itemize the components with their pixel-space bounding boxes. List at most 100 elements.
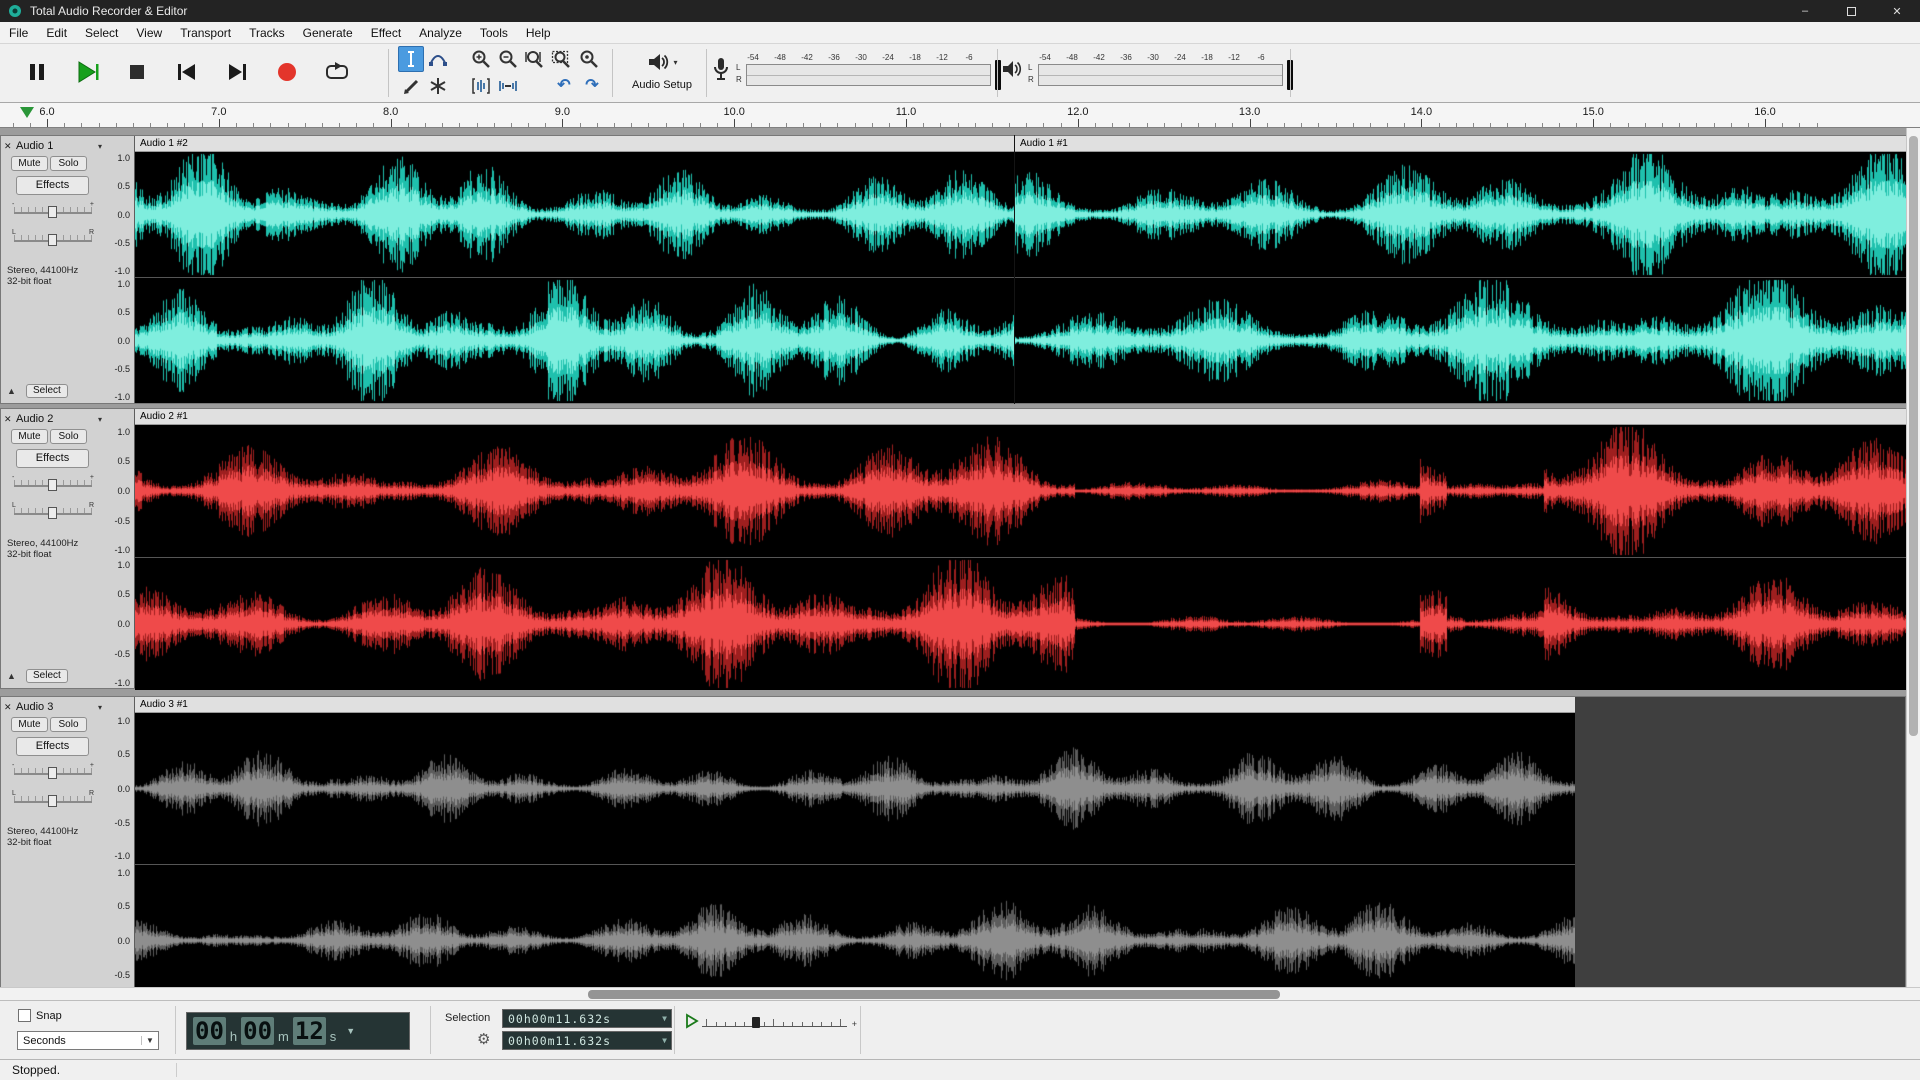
draw-tool-button[interactable] xyxy=(398,73,424,99)
waveform-canvas[interactable] xyxy=(1015,152,1907,277)
solo-button[interactable]: Solo xyxy=(50,429,87,444)
fit-project-button[interactable] xyxy=(549,46,575,72)
waveform-canvas[interactable] xyxy=(135,713,1575,864)
solo-button[interactable]: Solo xyxy=(50,156,87,171)
gain-slider[interactable]: - + xyxy=(12,203,94,219)
vertical-scale-ruler[interactable]: 1.00.50.0-0.5-1.0 1.00.50.0-0.5-1.0 xyxy=(105,697,135,987)
gain-slider[interactable]: - + xyxy=(12,476,94,492)
close-button[interactable]: ✕ xyxy=(1874,0,1920,22)
pause-button[interactable] xyxy=(14,49,60,95)
select-button[interactable]: Select xyxy=(26,669,68,683)
skip-to-start-button[interactable] xyxy=(164,49,210,95)
pan-slider-thumb[interactable] xyxy=(48,507,57,519)
mute-button[interactable]: Mute xyxy=(11,717,48,732)
recording-meter[interactable]: LR -54-48-42-36-30-24-18-12-6 xyxy=(736,53,1001,95)
record-button[interactable] xyxy=(264,49,310,95)
waveform-canvas[interactable] xyxy=(135,152,1015,277)
menu-help[interactable]: Help xyxy=(517,23,560,43)
clip-title[interactable]: Audio 2 #1 xyxy=(135,409,1907,425)
track-name[interactable]: Audio 1 xyxy=(16,140,98,152)
gain-slider-thumb[interactable] xyxy=(48,206,57,218)
stop-button[interactable] xyxy=(114,49,160,95)
track-name[interactable]: Audio 2 xyxy=(16,413,98,425)
play-at-speed-button[interactable] xyxy=(684,1013,700,1032)
horizontal-scrollbar[interactable] xyxy=(0,987,1920,1000)
play-button[interactable] xyxy=(64,49,110,95)
track-menu-arrow-icon[interactable]: ▾ xyxy=(98,703,102,712)
track-waveform-area[interactable]: Audio 1 #2 Audio 1 #1 xyxy=(135,136,1905,403)
menu-select[interactable]: Select xyxy=(76,23,127,43)
menu-tools[interactable]: Tools xyxy=(471,23,517,43)
loop-button[interactable] xyxy=(314,49,360,95)
speed-slider-thumb[interactable] xyxy=(752,1017,760,1028)
close-track-button[interactable]: ✕ xyxy=(4,141,16,152)
audio-position-display[interactable]: 00h 00m 12s ▼ xyxy=(186,1012,410,1050)
selection-start-field[interactable]: 00h00m11.632s ▼ xyxy=(502,1009,672,1028)
silence-selection-button[interactable] xyxy=(495,73,521,99)
snap-checkbox[interactable] xyxy=(18,1009,31,1022)
solo-button[interactable]: Solo xyxy=(50,717,87,732)
timeline-pin-icon[interactable] xyxy=(20,107,34,118)
audio-clip[interactable]: Audio 2 #1 xyxy=(135,409,1907,688)
effects-button[interactable]: Effects xyxy=(16,176,89,195)
snap-mode-dropdown[interactable]: Seconds ▼ xyxy=(17,1031,159,1050)
audio-clip[interactable]: Audio 3 #1 xyxy=(135,697,1575,987)
vertical-scale-ruler[interactable]: 1.00.50.0-0.5-1.0 1.00.50.0-0.5-1.0 xyxy=(105,409,135,688)
gain-slider[interactable]: - + xyxy=(12,764,94,780)
timeline-ruler[interactable]: 6.07.08.09.010.011.012.013.014.015.016.0 xyxy=(0,103,1920,128)
trim-outside-selection-button[interactable] xyxy=(468,73,494,99)
zoom-in-button[interactable] xyxy=(468,46,494,72)
selection-end-field[interactable]: 00h00m11.632s ▼ xyxy=(502,1031,672,1050)
undo-button[interactable]: ↶ xyxy=(551,73,577,99)
pan-slider-thumb[interactable] xyxy=(48,234,57,246)
collapse-track-arrow[interactable]: ▲ xyxy=(7,671,16,681)
track-waveform-area[interactable]: Audio 3 #1 xyxy=(135,697,1905,987)
waveform-canvas[interactable] xyxy=(135,425,1907,557)
waveform-canvas[interactable] xyxy=(135,558,1907,690)
menu-transport[interactable]: Transport xyxy=(171,23,240,43)
track-menu-arrow-icon[interactable]: ▾ xyxy=(98,142,102,151)
pan-slider[interactable]: L R xyxy=(12,792,94,808)
select-button[interactable]: Select xyxy=(26,384,68,398)
waveform-canvas[interactable] xyxy=(1015,278,1907,403)
playback-speed-slider[interactable]: + xyxy=(702,1013,847,1031)
close-track-button[interactable]: ✕ xyxy=(4,414,16,425)
redo-button[interactable]: ↷ xyxy=(579,73,605,99)
effects-button[interactable]: Effects xyxy=(16,449,89,468)
effects-button[interactable]: Effects xyxy=(16,737,89,756)
menu-edit[interactable]: Edit xyxy=(37,23,76,43)
vertical-scrollbar-thumb[interactable] xyxy=(1909,136,1918,736)
menu-view[interactable]: View xyxy=(127,23,171,43)
waveform-canvas[interactable] xyxy=(135,865,1575,987)
horizontal-scrollbar-thumb[interactable] xyxy=(588,990,1280,999)
pan-slider[interactable]: L R xyxy=(12,504,94,520)
menu-analyze[interactable]: Analyze xyxy=(410,23,471,43)
selection-tool-button[interactable] xyxy=(398,46,424,72)
minimize-button[interactable]: – xyxy=(1782,0,1828,22)
close-track-button[interactable]: ✕ xyxy=(4,702,16,713)
track-waveform-area[interactable]: Audio 2 #1 xyxy=(135,409,1905,688)
clip-title[interactable]: Audio 3 #1 xyxy=(135,697,1575,713)
mute-button[interactable]: Mute xyxy=(11,429,48,444)
clip-title[interactable]: Audio 1 #2 xyxy=(135,136,1015,152)
chevron-down-icon[interactable]: ▼ xyxy=(346,1026,355,1036)
vertical-scrollbar[interactable] xyxy=(1906,128,1920,987)
track-name[interactable]: Audio 3 xyxy=(16,701,98,713)
zoom-toggle-button[interactable] xyxy=(576,46,602,72)
multi-tool-button[interactable] xyxy=(425,73,451,99)
menu-generate[interactable]: Generate xyxy=(294,23,362,43)
track-menu-arrow-icon[interactable]: ▾ xyxy=(98,415,102,424)
audio-setup-button[interactable]: ▾ Audio Setup xyxy=(620,47,704,91)
playback-meter[interactable]: LR -54-48-42-36-30-24-18-12-6 xyxy=(1028,53,1293,95)
skip-to-end-button[interactable] xyxy=(214,49,260,95)
menu-tracks[interactable]: Tracks xyxy=(240,23,294,43)
vertical-scale-ruler[interactable]: 1.00.50.0-0.5-1.0 1.00.50.0-0.5-1.0 xyxy=(105,136,135,403)
audio-clip[interactable]: Audio 1 #2 xyxy=(135,136,1015,403)
mute-button[interactable]: Mute xyxy=(11,156,48,171)
audio-clip[interactable]: Audio 1 #1 xyxy=(1015,136,1907,403)
gear-icon[interactable]: ⚙ xyxy=(477,1032,490,1047)
envelope-tool-button[interactable] xyxy=(425,46,451,72)
waveform-canvas[interactable] xyxy=(135,278,1015,403)
clip-title[interactable]: Audio 1 #1 xyxy=(1015,136,1907,152)
pan-slider-thumb[interactable] xyxy=(48,795,57,807)
